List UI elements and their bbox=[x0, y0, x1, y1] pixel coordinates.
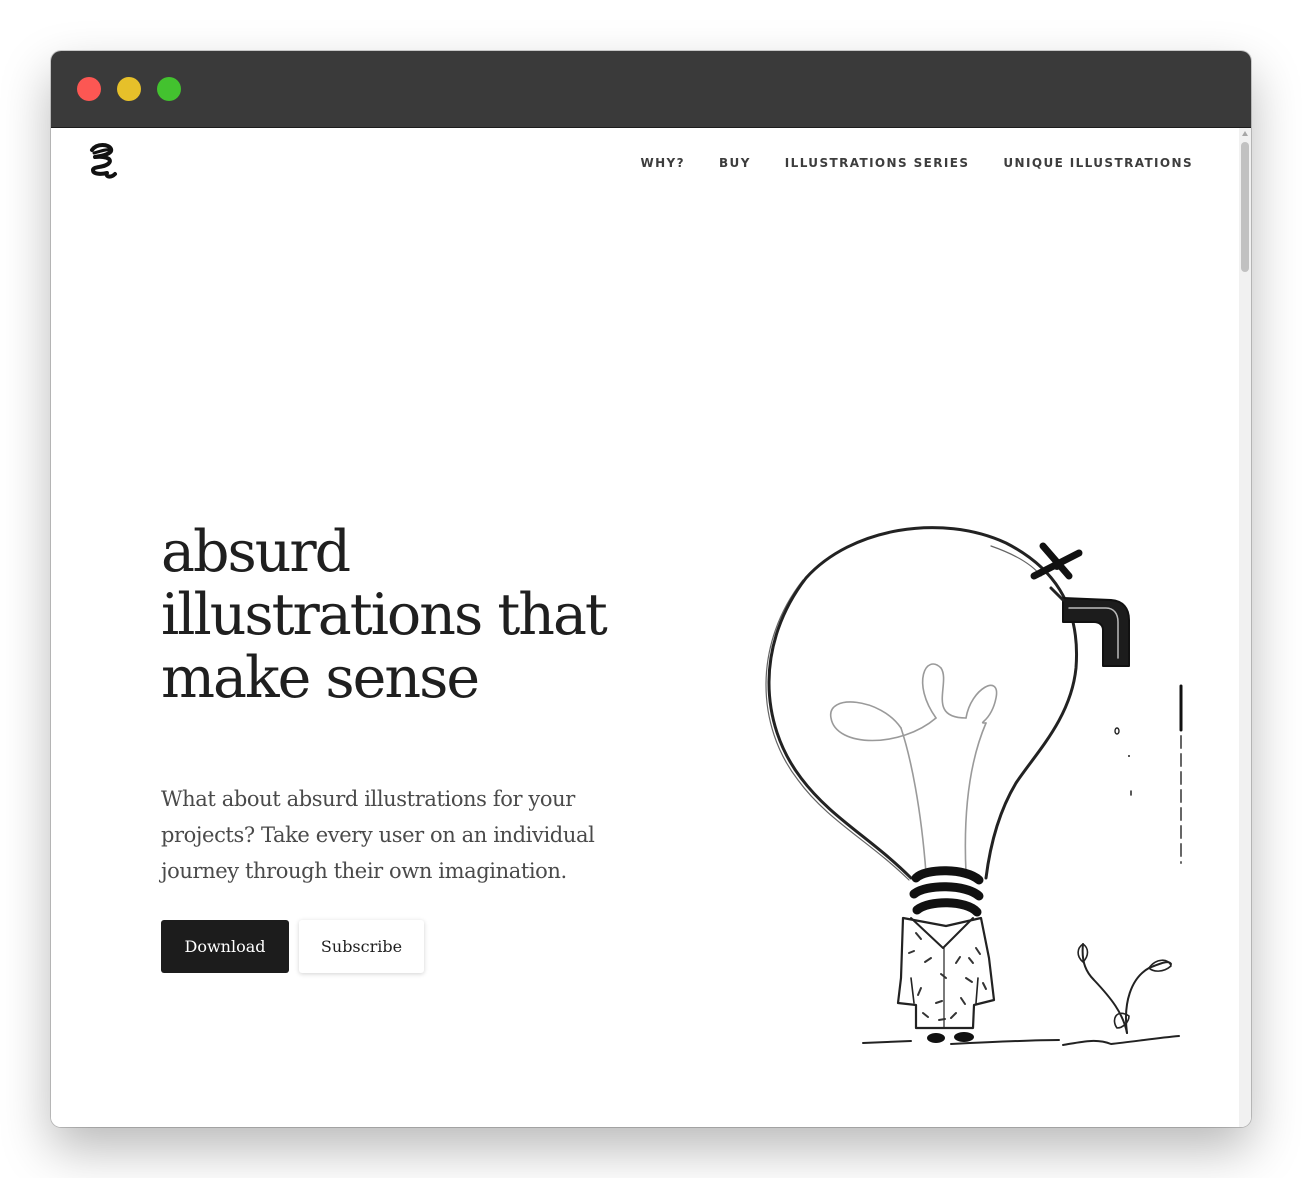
main-nav: WHY? BUY ILLUSTRATIONS SERIES UNIQUE ILL… bbox=[640, 156, 1193, 170]
close-window-button[interactable] bbox=[77, 77, 101, 101]
nav-unique-illustrations[interactable]: UNIQUE ILLUSTRATIONS bbox=[1003, 156, 1193, 170]
page-scrollbar[interactable] bbox=[1239, 128, 1251, 1127]
scroll-up-arrow-icon[interactable] bbox=[1242, 131, 1248, 136]
scribble-logo-icon[interactable] bbox=[87, 140, 119, 182]
nav-illustrations-series[interactable]: ILLUSTRATIONS SERIES bbox=[785, 156, 970, 170]
subscribe-button[interactable]: Subscribe bbox=[299, 920, 424, 973]
nav-why[interactable]: WHY? bbox=[640, 156, 685, 170]
hero-title: absurd illustrations that make sense bbox=[161, 519, 608, 711]
nav-buy[interactable]: BUY bbox=[719, 156, 751, 170]
hero-subtitle: What about absurd illustrations for your… bbox=[161, 787, 595, 883]
lightbulb-figure-illustration bbox=[765, 526, 1183, 1046]
page-viewport: WHY? BUY ILLUSTRATIONS SERIES UNIQUE ILL… bbox=[51, 128, 1251, 1127]
minimize-window-button[interactable] bbox=[117, 77, 141, 101]
maximize-window-button[interactable] bbox=[157, 77, 181, 101]
browser-window: WHY? BUY ILLUSTRATIONS SERIES UNIQUE ILL… bbox=[51, 51, 1251, 1127]
window-titlebar bbox=[51, 51, 1251, 128]
download-button[interactable]: Download bbox=[161, 920, 289, 973]
scrollbar-thumb[interactable] bbox=[1241, 142, 1249, 272]
